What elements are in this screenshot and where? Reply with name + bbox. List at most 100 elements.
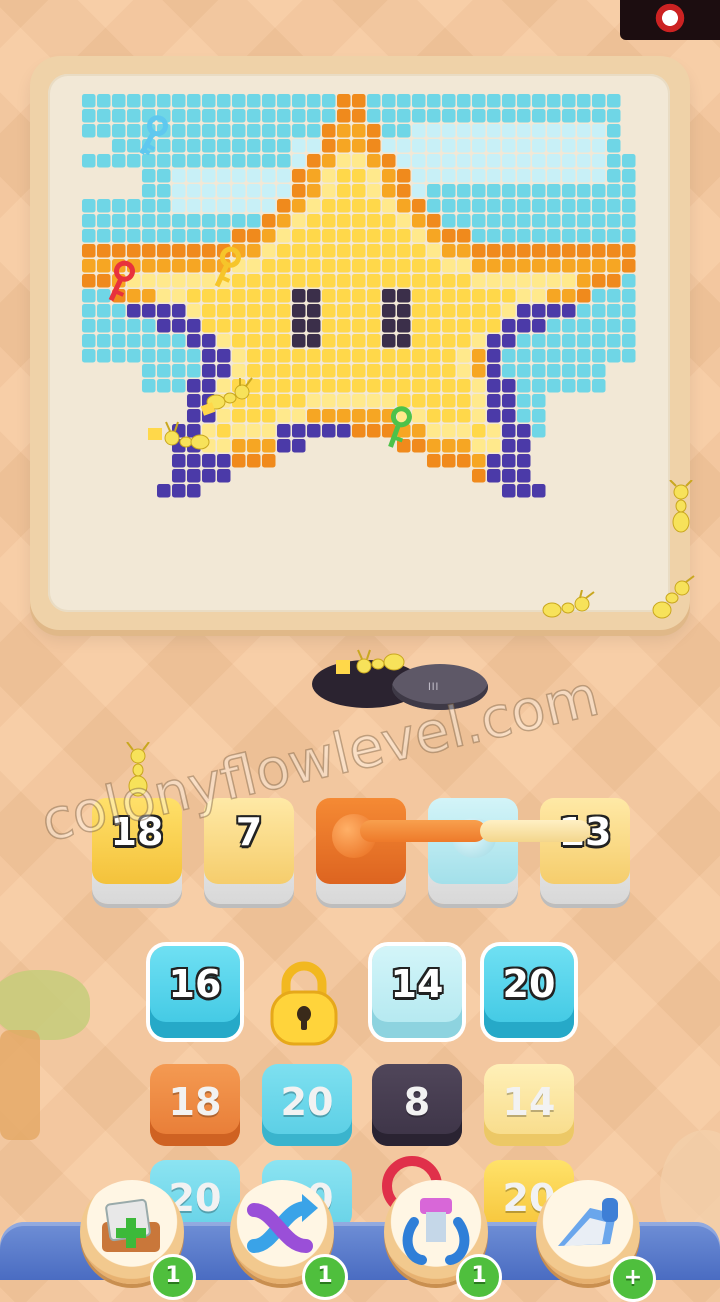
pixel-cell bbox=[397, 289, 411, 303]
pixel-cell bbox=[337, 289, 351, 303]
slot-2[interactable]: 7 bbox=[204, 798, 294, 904]
pixel-cell bbox=[157, 304, 171, 318]
pixel-cell bbox=[367, 394, 381, 408]
pixel-cell bbox=[352, 379, 366, 393]
green-key-icon[interactable] bbox=[380, 406, 414, 452]
pixel-cell bbox=[457, 319, 471, 333]
pixel-cell bbox=[382, 214, 396, 228]
pixel-cell bbox=[577, 304, 591, 318]
pixel-cell bbox=[472, 364, 486, 378]
grid-block-18[interactable]: 18 bbox=[150, 1064, 240, 1156]
pixel-cell bbox=[337, 304, 351, 318]
pixel-cell bbox=[82, 94, 96, 108]
pixel-cell bbox=[352, 154, 366, 168]
pixel-cell bbox=[607, 304, 621, 318]
pixel-cell bbox=[172, 349, 186, 363]
pixel-cell bbox=[127, 319, 141, 333]
pixel-cell bbox=[127, 349, 141, 363]
grid-block-20[interactable]: 20 bbox=[262, 1064, 352, 1156]
pixel-cell bbox=[562, 364, 576, 378]
pixel-cell bbox=[202, 349, 216, 363]
vacuum-booster[interactable]: + bbox=[536, 1180, 656, 1302]
pixel-cell bbox=[352, 94, 366, 108]
pixel-cell bbox=[217, 139, 231, 153]
pixel-cell bbox=[427, 364, 441, 378]
pixel-cell bbox=[592, 274, 606, 288]
pixel-cell bbox=[427, 259, 441, 273]
pixel-cell bbox=[112, 229, 126, 243]
pixel-cell bbox=[427, 199, 441, 213]
pixel-cell bbox=[472, 184, 486, 198]
pixel-cell bbox=[202, 169, 216, 183]
pixel-cell bbox=[292, 94, 306, 108]
pixel-cell bbox=[487, 154, 501, 168]
pixel-cell bbox=[292, 214, 306, 228]
grid-block-14[interactable]: 14 bbox=[372, 946, 462, 1038]
pixel-cell bbox=[262, 124, 276, 138]
blue-key-icon[interactable] bbox=[134, 114, 168, 160]
pixel-cell bbox=[412, 259, 426, 273]
grid-block-20[interactable]: 20 bbox=[484, 946, 574, 1038]
pixel-cell bbox=[397, 109, 411, 123]
pixel-cell bbox=[307, 394, 321, 408]
add-slot-booster[interactable]: 1 bbox=[80, 1180, 196, 1300]
grid-block-8[interactable]: 8 bbox=[372, 1064, 462, 1156]
pixel-cell bbox=[577, 349, 591, 363]
pixel-cell bbox=[337, 319, 351, 333]
slot-4[interactable] bbox=[428, 798, 518, 904]
pixel-cell bbox=[412, 409, 426, 423]
slot-3[interactable] bbox=[316, 798, 406, 904]
grid-block-14[interactable]: 14 bbox=[484, 1064, 574, 1156]
pixel-cell bbox=[262, 319, 276, 333]
magnet-booster[interactable]: 1 bbox=[384, 1180, 502, 1300]
pixel-cell bbox=[337, 199, 351, 213]
pixel-cell bbox=[82, 199, 96, 213]
add-slot-count: 1 bbox=[150, 1254, 196, 1300]
grid-block-count: 20 bbox=[502, 962, 556, 1006]
pixel-cell bbox=[337, 424, 351, 438]
pixel-cell bbox=[187, 229, 201, 243]
red-key-icon[interactable] bbox=[102, 260, 136, 306]
pixel-cell bbox=[622, 184, 636, 198]
slot-5[interactable]: 13 bbox=[540, 798, 630, 904]
pixel-cell bbox=[322, 349, 336, 363]
grid-block-16[interactable]: 16 bbox=[150, 946, 240, 1038]
pixel-cell bbox=[622, 214, 636, 228]
pixel-cell bbox=[562, 229, 576, 243]
pixel-cell bbox=[472, 289, 486, 303]
slot-1[interactable]: 18 bbox=[92, 798, 182, 904]
pixel-cell bbox=[532, 214, 546, 228]
yellow-key-icon[interactable] bbox=[208, 246, 242, 292]
pixel-cell bbox=[172, 94, 186, 108]
pixel-cell bbox=[427, 244, 441, 258]
pixel-cell bbox=[532, 109, 546, 123]
pixel-cell bbox=[352, 124, 366, 138]
pixel-cell bbox=[502, 139, 516, 153]
pixel-cell bbox=[397, 244, 411, 258]
pixel-cell bbox=[457, 169, 471, 183]
pixel-cell bbox=[292, 169, 306, 183]
pixel-cell bbox=[592, 214, 606, 228]
pixel-cell bbox=[277, 364, 291, 378]
pixel-cell bbox=[562, 349, 576, 363]
pixel-cell bbox=[532, 124, 546, 138]
pixel-cell bbox=[127, 214, 141, 228]
shuffle-count: 1 bbox=[302, 1254, 348, 1300]
pixel-cell bbox=[607, 124, 621, 138]
pixel-cell bbox=[292, 289, 306, 303]
pixel-cell bbox=[277, 109, 291, 123]
pixel-cell bbox=[232, 94, 246, 108]
shuffle-booster[interactable]: 1 bbox=[230, 1180, 348, 1300]
pixel-cell bbox=[337, 154, 351, 168]
pixel-cell bbox=[262, 439, 276, 453]
pixel-cell bbox=[232, 319, 246, 333]
pixel-cell bbox=[607, 94, 621, 108]
pixel-cell bbox=[202, 124, 216, 138]
pixel-cell bbox=[532, 424, 546, 438]
pixel-cell bbox=[112, 139, 126, 153]
pixel-cell bbox=[97, 229, 111, 243]
pixel-cell bbox=[547, 289, 561, 303]
pixel-cell bbox=[397, 124, 411, 138]
pixel-cell bbox=[277, 154, 291, 168]
pixel-cell bbox=[277, 169, 291, 183]
